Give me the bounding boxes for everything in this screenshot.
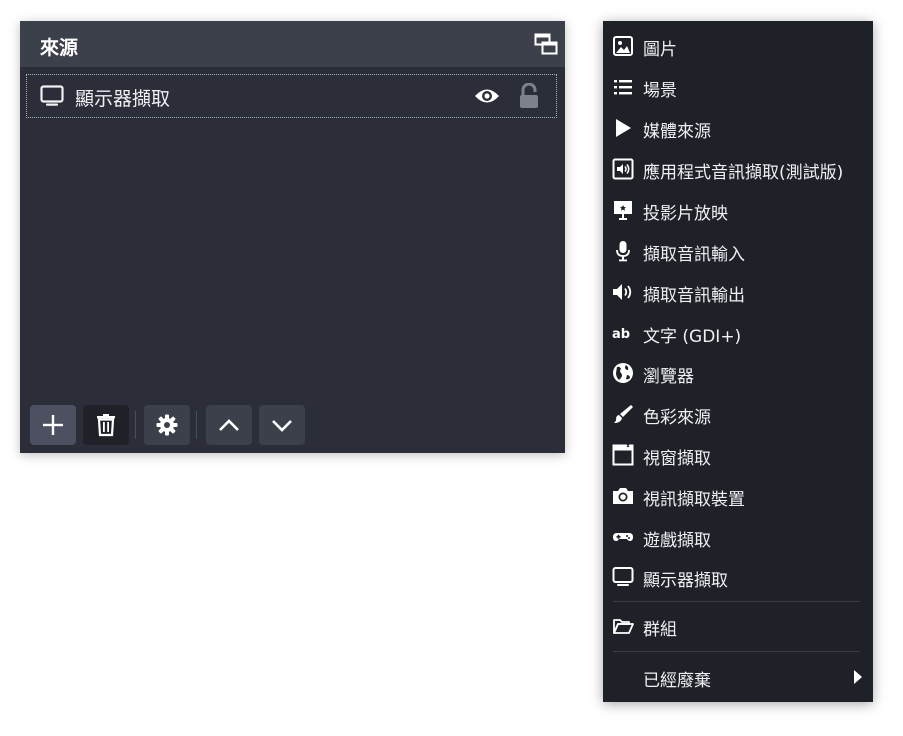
plus-icon <box>43 415 63 435</box>
list-icon <box>614 80 632 95</box>
window-icon <box>612 444 634 466</box>
chevron-down-icon <box>272 420 292 432</box>
speaker-icon <box>613 284 632 300</box>
sources-panel: 來源 顯示器擷取 <box>20 21 565 453</box>
panel-title: 來源 <box>40 37 79 59</box>
menu-item-image[interactable]: 圖片 <box>603 26 873 66</box>
text-ab-icon: ab <box>612 327 630 342</box>
source-properties-button[interactable] <box>144 405 190 445</box>
menu-item-label: 遊戲擷取 <box>643 531 711 551</box>
menu-item-label: 顯示器擷取 <box>643 571 728 591</box>
menu-item-label: 擷取音訊輸出 <box>643 286 745 306</box>
menu-item-slideshow[interactable]: 投影片放映 <box>603 190 873 230</box>
menu-item-label: 文字 (GDI+) <box>643 327 742 347</box>
undock-icon[interactable] <box>534 33 558 55</box>
menu-separator <box>613 651 860 652</box>
slideshow-icon <box>614 201 632 220</box>
menu-item-browser[interactable]: 瀏覽器 <box>603 353 873 393</box>
menu-item-label: 視訊擷取裝置 <box>643 490 745 510</box>
folder-open-icon <box>613 619 634 634</box>
globe-icon <box>613 363 633 383</box>
panel-header: 來源 <box>20 21 565 67</box>
menu-item-label: 已經廢棄 <box>643 671 711 691</box>
menu-item-label: 視窗擷取 <box>643 449 711 469</box>
menu-item-label: 群組 <box>643 620 677 640</box>
gear-icon <box>156 414 178 436</box>
menu-item-color-source[interactable]: 色彩來源 <box>603 394 873 434</box>
unlock-icon[interactable] <box>518 83 540 109</box>
menu-item-label: 色彩來源 <box>643 408 711 428</box>
microphone-icon <box>616 241 630 262</box>
menu-item-audio-input-capture[interactable]: 擷取音訊輸入 <box>603 231 873 271</box>
menu-item-label: 圖片 <box>643 40 677 60</box>
monitor-icon <box>40 85 64 106</box>
menu-item-label: 應用程式音訊擷取(測試版) <box>643 163 844 183</box>
move-up-button[interactable] <box>206 405 252 445</box>
menu-item-group[interactable]: 群組 <box>603 606 873 646</box>
camera-icon <box>613 488 633 504</box>
image-icon <box>613 36 633 56</box>
toolbar-divider <box>196 411 197 439</box>
menu-item-display-capture[interactable]: 顯示器擷取 <box>603 557 873 597</box>
remove-source-button[interactable] <box>83 405 129 445</box>
menu-item-video-capture-device[interactable]: 視訊擷取裝置 <box>603 476 873 516</box>
menu-item-label: 場景 <box>643 81 677 101</box>
menu-item-media-source[interactable]: 媒體來源 <box>603 108 873 148</box>
source-label: 顯示器擷取 <box>75 88 171 110</box>
monitor-icon <box>612 567 634 586</box>
menu-item-scene[interactable]: 場景 <box>603 67 873 107</box>
menu-item-deprecated[interactable]: 已經廢棄 <box>603 657 873 697</box>
brush-icon <box>614 405 633 423</box>
play-icon <box>616 119 631 137</box>
move-down-button[interactable] <box>259 405 305 445</box>
trash-icon <box>97 414 115 437</box>
toolbar-divider <box>135 411 136 439</box>
menu-item-audio-output-capture[interactable]: 擷取音訊輸出 <box>603 272 873 312</box>
add-source-button[interactable] <box>30 405 76 445</box>
gamepad-icon <box>613 533 633 541</box>
menu-item-label: 瀏覽器 <box>643 367 694 387</box>
menu-item-game-capture[interactable]: 遊戲擷取 <box>603 517 873 557</box>
menu-item-label: 投影片放映 <box>643 204 728 224</box>
menu-separator <box>613 601 860 602</box>
app-audio-icon <box>612 158 634 180</box>
eye-icon[interactable] <box>474 86 500 106</box>
svg-text:ab: ab <box>612 327 630 342</box>
menu-item-app-audio-capture[interactable]: 應用程式音訊擷取(測試版) <box>603 149 873 189</box>
source-item[interactable]: 顯示器擷取 <box>26 74 557 118</box>
menu-item-window-capture[interactable]: 視窗擷取 <box>603 435 873 475</box>
menu-item-label: 媒體來源 <box>643 122 711 142</box>
menu-item-text-gdi[interactable]: ab 文字 (GDI+) <box>603 313 873 353</box>
chevron-up-icon <box>219 419 239 431</box>
menu-item-label: 擷取音訊輸入 <box>643 245 745 265</box>
caret-right-icon <box>854 670 862 684</box>
add-source-menu: 圖片 場景 媒體來源 應用程式音訊擷取(測試版) 投影片放映 擷取音訊輸入 擷取… <box>603 21 873 702</box>
